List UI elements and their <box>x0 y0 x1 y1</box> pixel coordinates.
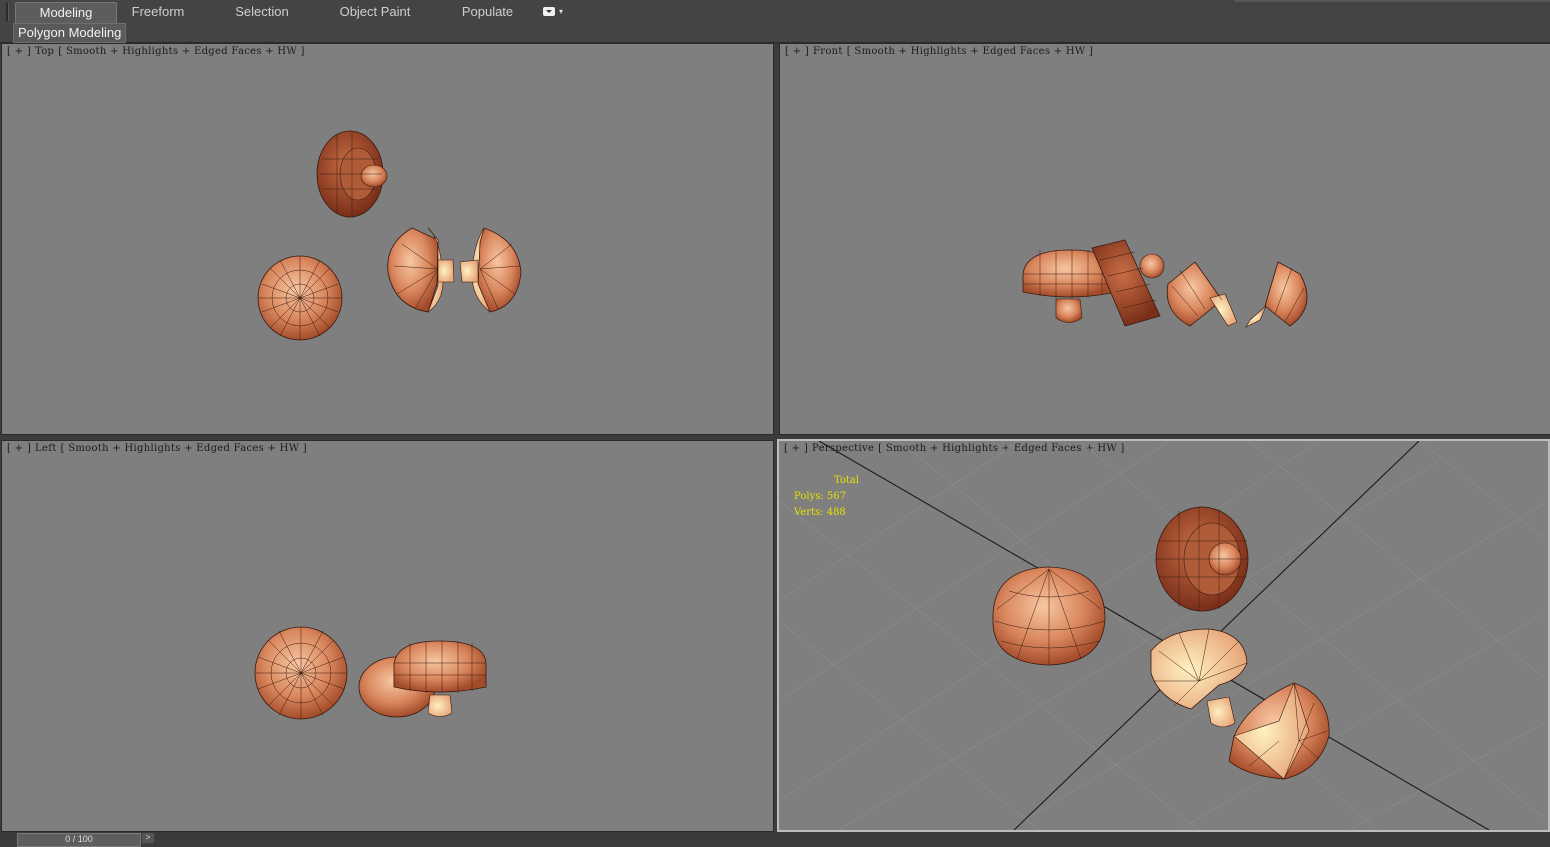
next-frame-button[interactable]: > <box>142 833 154 843</box>
mushroom-stack-left[interactable] <box>358 640 487 718</box>
viewport-left[interactable]: [ + ] Left[ Smooth + Highlights + Edged F… <box>1 440 774 832</box>
viewport-perspective-scene <box>779 441 1548 830</box>
tab-populate[interactable]: Populate <box>450 2 525 22</box>
viewport-top-scene <box>257 130 522 341</box>
polygon-modeling-panel-label[interactable]: Polygon Modeling <box>13 23 127 43</box>
mushroom-half-right-top[interactable] <box>459 227 522 313</box>
tab-object-paint[interactable]: Object Paint <box>330 2 420 22</box>
viewport-perspective[interactable]: [ + ] Perspective[ Smooth + Highlights + … <box>777 439 1550 832</box>
world-axes <box>818 441 1490 830</box>
mushroom-sphere-left[interactable] <box>254 626 348 720</box>
mushroom-ring-persp[interactable] <box>1155 506 1249 612</box>
mushroom-half-cap-persp[interactable] <box>1228 682 1330 780</box>
tab-freeform[interactable]: Freeform <box>118 2 198 22</box>
viewport-front-scene <box>1022 239 1308 328</box>
mushroom-half-left-top[interactable] <box>387 227 455 313</box>
ribbon-tab-bar: Modeling Freeform Selection Object Paint… <box>0 0 1550 24</box>
ribbon-panel: Polygon Modeling <box>0 23 1550 43</box>
ribbon-divider <box>1235 0 1550 2</box>
tab-modeling[interactable]: Modeling <box>15 2 117 23</box>
time-slider[interactable]: 0 / 100 <box>17 833 141 847</box>
viewport-top[interactable]: [ + ] Top[ Smooth + Highlights + Edged Fa… <box>1 43 774 435</box>
viewport-front[interactable]: [ + ] Front[ Smooth + Highlights + Edged … <box>779 43 1550 435</box>
ribbon-grip[interactable] <box>6 3 9 21</box>
mushroom-front-3[interactable] <box>1166 261 1238 327</box>
mushroom-front-4[interactable] <box>1245 261 1308 328</box>
viewport-left-scene <box>254 626 487 720</box>
mushroom-cap-top[interactable] <box>257 255 343 341</box>
tab-selection[interactable]: Selection <box>222 2 302 22</box>
mushroom-dome-persp[interactable] <box>992 566 1106 666</box>
timeline-bar <box>0 832 1550 840</box>
mushroom-ring-top[interactable] <box>316 130 388 218</box>
ribbon-options-icon[interactable]: ▾ <box>543 5 567 19</box>
home-grid <box>779 441 1548 830</box>
mushroom-half-light-persp[interactable] <box>1150 628 1248 728</box>
